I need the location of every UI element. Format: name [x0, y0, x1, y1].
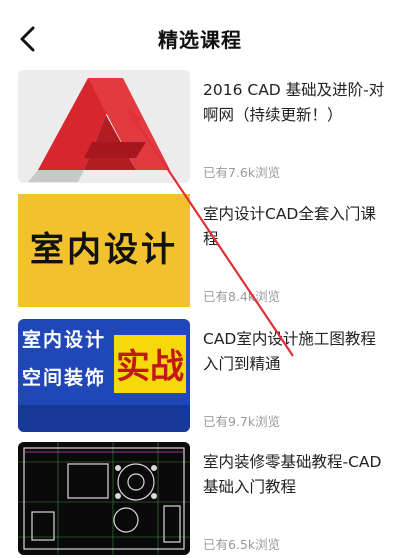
course-item[interactable]: 室内装修零基础教程-CAD基础入门教程 已有6.5k浏览 [0, 440, 400, 556]
thumbnail-text-line-1: 室内设计 [22, 329, 107, 351]
thumbnail-footer [18, 405, 190, 432]
view-count: 已有7.6k浏览 [203, 165, 281, 180]
view-count: 已有6.5k浏览 [203, 537, 281, 552]
thumbnail-text: 室内设计 [30, 230, 178, 270]
view-count: 已有8.4k浏览 [203, 289, 281, 304]
course-item[interactable]: 室内设计 空间装饰 实战 CAD室内设计施工图教程入门到精通 已有9.7k浏览 [0, 317, 400, 433]
course-thumbnail: 室内设计 空间装饰 实战 [18, 319, 190, 432]
autocad-logo-icon [18, 70, 190, 183]
course-thumbnail [18, 70, 190, 183]
course-title: 室内设计CAD全套入门课程 [203, 205, 376, 248]
thumbnail-badge-text: 实战 [116, 347, 184, 387]
app-header: 精选课程 [0, 0, 400, 72]
course-title: 室内装修零基础教程-CAD基础入门教程 [203, 453, 382, 496]
course-thumbnail: 室内设计 [18, 194, 190, 307]
course-thumbnail [18, 442, 190, 555]
course-item[interactable]: 室内设计 室内设计CAD全套入门课程 已有8.4k浏览 [0, 192, 400, 308]
view-count: 已有9.7k浏览 [203, 414, 281, 429]
course-title: CAD室内设计施工图教程入门到精通 [203, 330, 376, 373]
cad-floorplan-icon [18, 442, 190, 555]
course-item[interactable]: 2016 CAD 基础及进阶-对啊网（持续更新！） 已有7.6k浏览 [0, 68, 400, 184]
course-title: 2016 CAD 基础及进阶-对啊网（持续更新！） [203, 81, 385, 124]
page-title: 精选课程 [158, 28, 242, 52]
thumbnail-text-line-2: 空间装饰 [22, 367, 107, 389]
